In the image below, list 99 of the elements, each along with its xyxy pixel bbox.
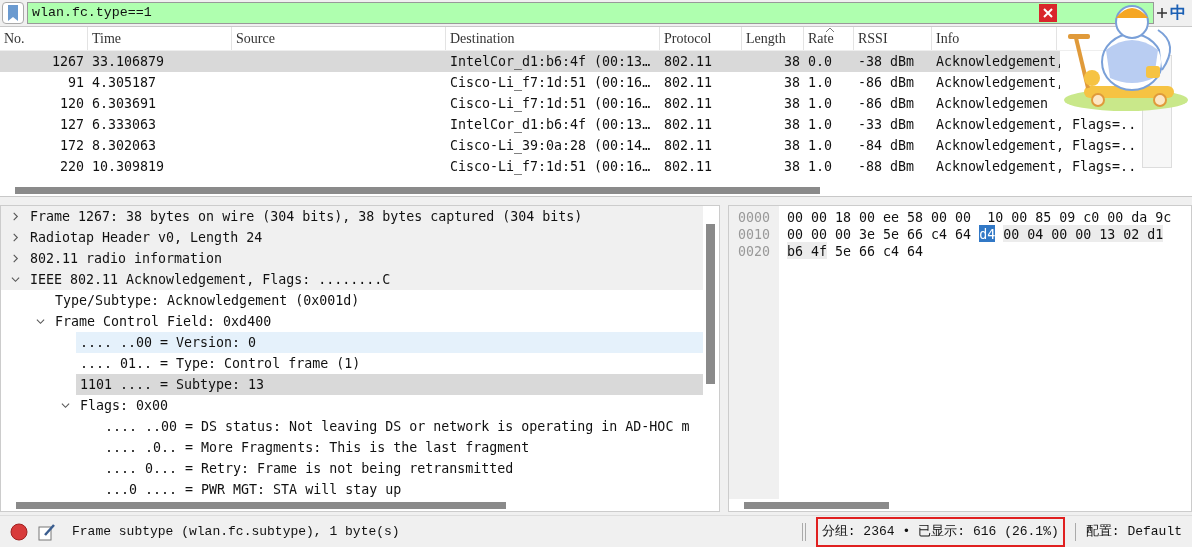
- scrollbar-thumb[interactable]: [15, 186, 820, 194]
- hex-bytes[interactable]: d4: [979, 225, 996, 242]
- bookmark-button[interactable]: [2, 2, 24, 24]
- table-cell: 120: [59, 95, 84, 111]
- chevron-down-icon[interactable]: [61, 401, 70, 410]
- column-header[interactable]: Destination: [446, 27, 660, 50]
- capture-status-icon[interactable]: [10, 522, 28, 541]
- tree-item[interactable]: 1101 .... = Subtype: 13: [76, 374, 703, 395]
- table-cell: -84 dBm: [858, 137, 915, 153]
- chevron-right-icon[interactable]: [11, 212, 20, 221]
- tree-item[interactable]: Frame Control Field: 0xd400: [55, 311, 703, 332]
- column-header[interactable]: Protocol: [660, 27, 742, 50]
- hex-bytes[interactable]: 00 04 00 00 13 02 d1: [1003, 225, 1164, 242]
- table-cell: -86 dBm: [858, 74, 915, 90]
- table-cell: IntelCor_d1:b6:4f (00:13…: [450, 116, 651, 132]
- table-cell: Acknowledgemen: [936, 95, 1049, 111]
- tree-item[interactable]: .... .0.. = More Fragments: This is the last fragment: [105, 437, 703, 458]
- hex-bytes[interactable]: 00 00 00 3e 5e 66 c4 64: [787, 225, 972, 242]
- clear-filter-button[interactable]: [1039, 4, 1057, 22]
- table-cell: 38: [784, 95, 800, 111]
- table-cell: 802.11: [664, 95, 713, 111]
- field-info-text: Frame subtype (wlan.fc.subtype), 1 byte(s): [71, 522, 401, 541]
- chevron-down-icon[interactable]: [36, 317, 45, 326]
- tree-item[interactable]: .... 01.. = Type: Control frame (1): [80, 353, 703, 374]
- tree-item[interactable]: .... 0... = Retry: Frame is not being retransmitted: [105, 458, 703, 479]
- plus-icon[interactable]: [1157, 8, 1167, 18]
- table-cell: Acknowledgement, Flags=..: [936, 158, 1137, 174]
- table-cell: Cisco-Li_f7:1d:51 (00:16…: [450, 158, 651, 174]
- table-cell: 38: [784, 137, 800, 153]
- hex-offset: 0020: [738, 243, 770, 259]
- table-cell: 127: [59, 116, 84, 132]
- table-cell: Cisco-Li_f7:1d:51 (00:16…: [450, 95, 651, 111]
- table-cell: 172: [59, 137, 84, 153]
- tree-item[interactable]: ...0 .... = PWR MGT: STA will stay up: [105, 479, 703, 499]
- table-cell: 1.0: [808, 137, 833, 153]
- hex-offset: 0010: [738, 226, 770, 242]
- bookmark-icon: [8, 5, 18, 21]
- table-cell: 6.333063: [92, 116, 157, 132]
- hex-bytes[interactable]: 00 00 18 00 ee 58 00 00 10 00 85 09 c0 00 da 9c: [787, 208, 1172, 225]
- scrollbar-thumb[interactable]: [706, 224, 715, 384]
- hex-bytes[interactable]: b6 4f: [787, 242, 828, 259]
- scrollbar-thumb[interactable]: [744, 501, 889, 509]
- close-icon: [1043, 8, 1053, 18]
- table-cell: IntelCor_d1:b6:4f (00:13…: [450, 53, 651, 69]
- display-filter-field[interactable]: wlan.fc.type==1: [27, 2, 1154, 24]
- column-header[interactable]: Info: [932, 27, 1057, 50]
- table-cell: 1267: [51, 53, 84, 69]
- table-cell: 1.0: [808, 74, 833, 90]
- column-header[interactable]: Time: [88, 27, 232, 50]
- table-cell: Acknowledgement, Flags=..: [936, 116, 1137, 132]
- ime-indicator: 中: [1170, 3, 1187, 23]
- chevron-right-icon[interactable]: [11, 233, 20, 242]
- hex-offset: 0000: [738, 209, 770, 225]
- column-header[interactable]: RSSI: [854, 27, 932, 50]
- column-header[interactable]: Length: [742, 27, 804, 50]
- chevron-down-icon[interactable]: [11, 275, 20, 284]
- column-header[interactable]: No.: [0, 27, 88, 50]
- table-cell: Cisco-Li_f7:1d:51 (00:16…: [450, 74, 651, 90]
- separator-dot: •: [902, 522, 911, 541]
- tree-item[interactable]: .... ..00 = Version: 0: [76, 332, 703, 353]
- table-cell: 38: [784, 158, 800, 174]
- table-cell: 1.0: [808, 95, 833, 111]
- chevron-right-icon[interactable]: [11, 254, 20, 263]
- table-cell: 802.11: [664, 116, 713, 132]
- table-cell: 6.303691: [92, 95, 157, 111]
- tree-item[interactable]: Type/Subtype: Acknowledgement (0x001d): [55, 290, 703, 311]
- table-cell: 91: [68, 74, 84, 90]
- table-cell: 0.0: [808, 53, 833, 69]
- table-cell: 8.302063: [92, 137, 157, 153]
- table-cell: 38: [784, 53, 800, 69]
- table-cell: 33.106879: [92, 53, 165, 69]
- table-cell: 1.0: [808, 158, 833, 174]
- table-cell: 802.11: [664, 74, 713, 90]
- table-cell: 38: [784, 116, 800, 132]
- table-cell: 802.11: [664, 158, 713, 174]
- table-cell: -86 dBm: [858, 95, 915, 111]
- tree-item[interactable]: .... ..00 = DS status: Not leaving DS or network is operating in AD-HOC m: [105, 416, 703, 437]
- table-cell: -33 dBm: [858, 116, 915, 132]
- table-cell: -88 dBm: [858, 158, 915, 174]
- table-cell: 10.309819: [92, 158, 165, 174]
- table-cell: Acknowledgement, Flags=..: [936, 137, 1137, 153]
- profile-label[interactable]: 配置: Default: [1085, 521, 1182, 542]
- table-cell: 220: [59, 158, 84, 174]
- table-cell: 1.0: [808, 116, 833, 132]
- table-cell: 802.11: [664, 137, 713, 153]
- table-cell: 4.305187: [92, 74, 157, 90]
- scrollbar-thumb[interactable]: [16, 501, 506, 509]
- table-cell: 802.11: [664, 53, 713, 69]
- sort-ascending-icon: [826, 27, 834, 32]
- hex-bytes[interactable]: 5e 66 c4 64: [835, 242, 924, 259]
- packets-count: 分组: 2364: [821, 522, 895, 541]
- column-header[interactable]: Source: [232, 27, 446, 50]
- table-cell: 38: [784, 74, 800, 90]
- table-cell: -38 dBm: [858, 53, 915, 69]
- table-cell: Cisco-Li_39:0a:28 (00:14…: [450, 137, 651, 153]
- column-header[interactable]: Rate: [804, 27, 854, 50]
- tree-item[interactable]: Flags: 0x00: [80, 395, 703, 416]
- edit-note-icon[interactable]: [38, 522, 56, 541]
- displayed-count: 已显示: 616 (26.1%): [918, 522, 1059, 541]
